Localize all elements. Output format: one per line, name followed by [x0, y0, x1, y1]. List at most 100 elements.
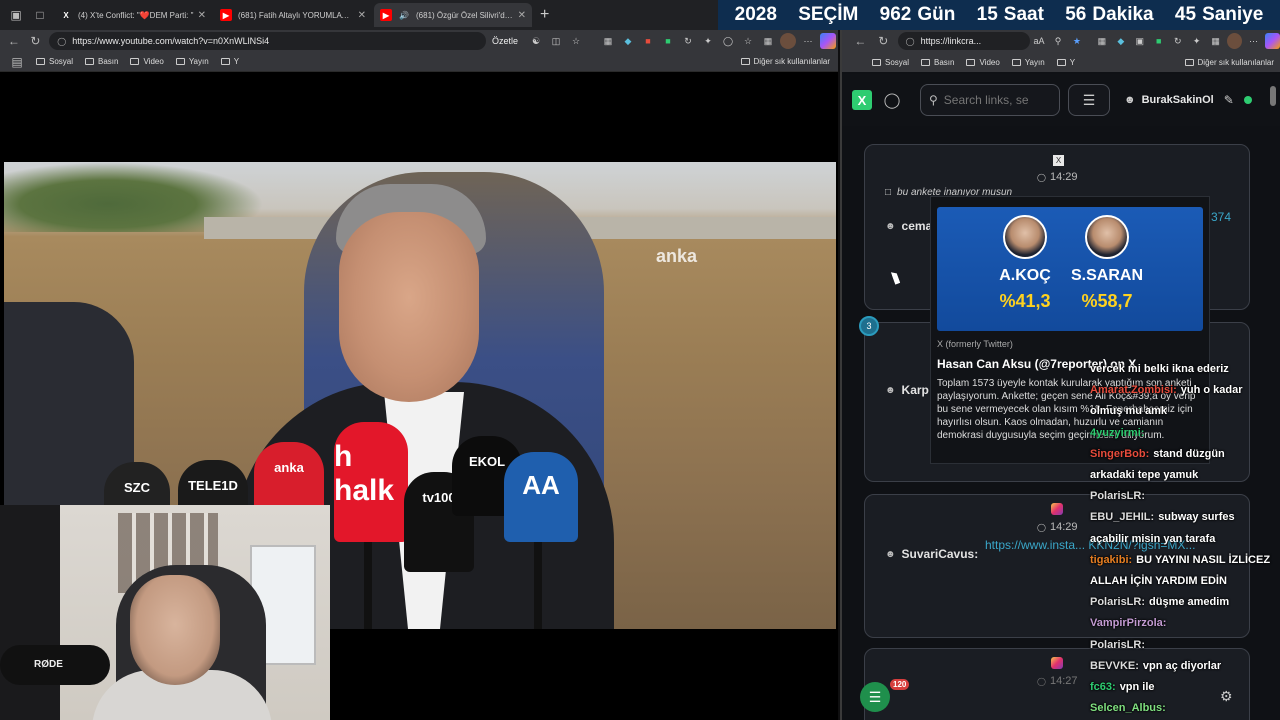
- chat-username[interactable]: SingerBob:: [1090, 448, 1149, 460]
- chat-message: PolarisLR: düşme amedim: [1090, 595, 1229, 610]
- chat-username[interactable]: Amarat.Zombisi:: [1090, 384, 1177, 396]
- favorite-star-icon[interactable]: ☆: [568, 33, 584, 49]
- bookmark-folder-video[interactable]: Video: [966, 58, 1000, 67]
- layers-button[interactable]: ☰: [860, 682, 890, 712]
- url-field[interactable]: ◯ https://www.youtube.com/watch?v=n0XnWL…: [49, 32, 486, 50]
- bookmark-folder-y[interactable]: Y: [1056, 58, 1075, 67]
- chat-text: stand düzgün: [1153, 447, 1225, 460]
- app-logo[interactable]: X: [852, 90, 872, 110]
- extension-icon[interactable]: ■: [1151, 33, 1166, 49]
- person-icon: ☻: [885, 548, 896, 560]
- right-url-field[interactable]: ◯ https://linkcra...: [897, 32, 1030, 50]
- chat-username[interactable]: Selcen_Albus:: [1090, 702, 1166, 714]
- bookmark-folder-video[interactable]: Video: [130, 57, 164, 66]
- online-status-indicator: [1243, 96, 1252, 104]
- sidebar-toggle-icon[interactable]: ▤: [8, 55, 26, 69]
- chat-message: Amarat.Zombisi: yuh o kadar: [1090, 383, 1243, 398]
- address-bar: ← ↻ ◯ https://www.youtube.com/watch?v=n0…: [0, 30, 838, 52]
- folder-icon: [1056, 58, 1066, 66]
- search-input[interactable]: [943, 93, 1044, 107]
- chat-username[interactable]: PolarisLR:: [1090, 639, 1145, 651]
- collections-icon[interactable]: ▦: [1208, 33, 1223, 49]
- chat-username[interactable]: BEVVKE:: [1090, 660, 1139, 672]
- chat-username[interactable]: PolarisLR:: [1090, 596, 1145, 608]
- chat-username[interactable]: tigakibi:: [1090, 554, 1132, 566]
- card-time: ◯ 14:29: [1037, 521, 1078, 533]
- close-tab-icon[interactable]: ✕: [358, 10, 366, 21]
- card-time: ◯ 14:27: [1037, 675, 1078, 687]
- chat-username[interactable]: 4yuzyirmi:: [1090, 427, 1144, 439]
- bookmark-folder-basin[interactable]: Basın: [921, 58, 954, 67]
- extension-icon[interactable]: ▦: [600, 33, 616, 49]
- collections-icon[interactable]: ▦: [760, 33, 776, 49]
- gear-icon[interactable]: ⚙: [1220, 688, 1233, 705]
- stream-chat-overlay: vercek mi belki ikna ederiz Amarat.Zombis…: [1090, 362, 1280, 720]
- favorites-icon[interactable]: ☆: [740, 33, 756, 49]
- copilot-icon[interactable]: [819, 33, 836, 49]
- chat-username[interactable]: PolarisLR:: [1090, 490, 1145, 502]
- bookmark-folder-other[interactable]: Diğer sık kullanılanlar: [740, 57, 830, 66]
- split-screen-icon[interactable]: ◫: [548, 33, 564, 49]
- card-link[interactable]: 374: [1211, 209, 1251, 226]
- menu-icon[interactable]: ⋯: [1246, 33, 1261, 49]
- reload-icon[interactable]: ↻: [28, 34, 44, 48]
- extension-icon[interactable]: ▦: [1094, 33, 1109, 49]
- avatar[interactable]: [1227, 33, 1243, 49]
- refresh-icon[interactable]: ↻: [680, 33, 696, 49]
- new-tab-icon[interactable]: +: [540, 6, 549, 24]
- bookmark-folder-yayin[interactable]: Yayın: [175, 57, 209, 66]
- user-menu[interactable]: ☻ BurakSakinOl: [1124, 94, 1214, 106]
- poll-candidate-2: S.SARAN %58,7: [1057, 215, 1157, 312]
- card-user: ☻ SuvariCavus:: [885, 547, 979, 561]
- extension-icon[interactable]: ■: [660, 33, 676, 49]
- shield-icon[interactable]: ◯: [720, 33, 736, 49]
- tab-actions-icon[interactable]: □: [30, 5, 50, 25]
- back-icon[interactable]: ←: [6, 34, 22, 48]
- close-tab-icon[interactable]: ✕: [518, 10, 526, 21]
- github-icon[interactable]: ◯: [882, 90, 902, 110]
- bookmark-folder-y[interactable]: Y: [220, 57, 239, 66]
- speaker-face: [339, 212, 479, 402]
- extension-icon[interactable]: ◆: [620, 33, 636, 49]
- bookmark-folder-yayin[interactable]: Yayın: [1011, 58, 1045, 67]
- bookmark-folder-basin[interactable]: Basın: [85, 57, 118, 66]
- tab-x-conflict[interactable]: X (4) X'te Conflict: "❤️DEM Parti: " ✕: [54, 3, 212, 27]
- workspaces-icon[interactable]: ▣: [6, 5, 26, 25]
- read-aloud-icon[interactable]: ☯: [528, 33, 544, 49]
- tab-fatih-altayli[interactable]: ▶ (681) Fatih Altaylı YORUMLAYAMIYORUM ✕: [214, 3, 372, 27]
- tab-ozgur-ozel[interactable]: ▶ 🔊 (681) Özgür Özel Silivri'de acı ✕: [374, 3, 532, 27]
- folder-icon: [175, 58, 185, 65]
- avatar[interactable]: [779, 33, 796, 49]
- folder-icon: [921, 58, 931, 66]
- reload-icon[interactable]: ↻: [875, 34, 892, 48]
- chat-text: yuh o kadar: [1180, 384, 1243, 397]
- favorite-star-icon[interactable]: ★: [1069, 33, 1084, 49]
- bookmark-folder-other[interactable]: Diğer sık kullanılanlar: [1184, 58, 1274, 67]
- bookmark-folder-sosyal[interactable]: Sosyal: [872, 58, 909, 67]
- chat-username[interactable]: EBU_JEHIL:: [1090, 511, 1154, 523]
- extension-icon[interactable]: ◆: [1113, 33, 1128, 49]
- filter-button[interactable]: ☰: [1068, 84, 1110, 116]
- back-icon[interactable]: ←: [852, 34, 869, 48]
- copilot-icon[interactable]: [1265, 33, 1280, 49]
- mic-brand-label: RØDE: [34, 659, 63, 670]
- person-icon: ☻: [885, 384, 896, 396]
- summarize-button[interactable]: Özetle: [492, 36, 518, 46]
- translate-icon[interactable]: a​A: [1032, 33, 1047, 49]
- refresh-icon[interactable]: ↻: [1170, 33, 1185, 49]
- close-tab-icon[interactable]: ✕: [198, 10, 206, 21]
- extension-icon[interactable]: ✦: [700, 33, 716, 49]
- speaker-icon[interactable]: 🔊: [398, 9, 410, 21]
- edit-icon[interactable]: ✎: [1224, 93, 1234, 107]
- chat-username[interactable]: fc63:: [1090, 681, 1116, 693]
- search-box[interactable]: ⚲: [920, 84, 1060, 116]
- zoom-icon[interactable]: ⚲: [1051, 33, 1066, 49]
- extension-icon[interactable]: ✦: [1189, 33, 1204, 49]
- bookmark-folder-sosyal[interactable]: Sosyal: [36, 57, 73, 66]
- extension-icon[interactable]: ■: [640, 33, 656, 49]
- video-watermark: anka: [656, 246, 698, 266]
- extension-icon[interactable]: ▣: [1132, 33, 1147, 49]
- chat-username[interactable]: VampirPirzola:: [1090, 617, 1166, 629]
- menu-icon[interactable]: ⋯: [800, 33, 816, 49]
- scrollbar-thumb[interactable]: [1270, 86, 1276, 106]
